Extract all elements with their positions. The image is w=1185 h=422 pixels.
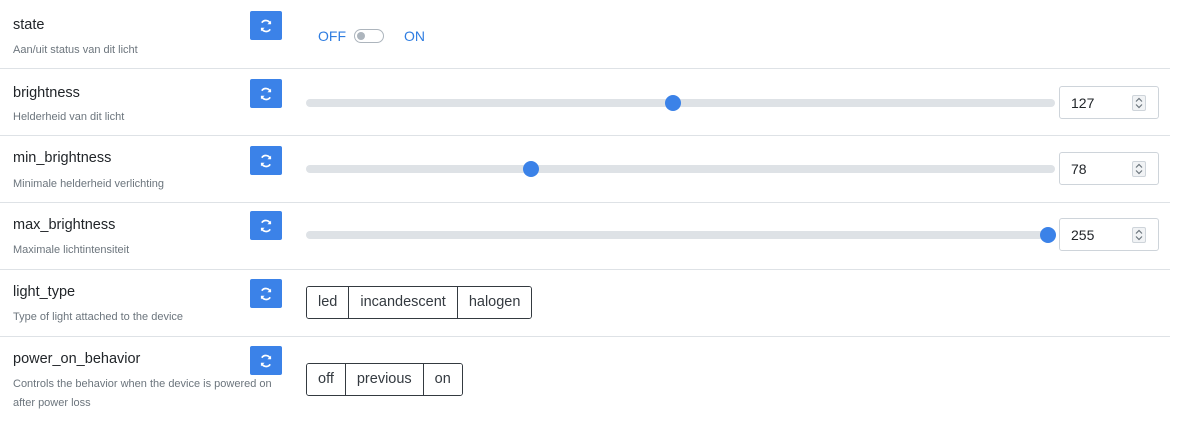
option-incandescent[interactable]: incandescent [348, 287, 457, 318]
number-value: 78 [1071, 161, 1087, 177]
refresh-button[interactable] [250, 146, 282, 175]
refresh-button[interactable] [250, 279, 282, 308]
spin-buttons[interactable] [1132, 161, 1146, 177]
spinner-icon [1135, 97, 1143, 109]
row-brightness: brightness Helderheid van dit licht 127 [0, 69, 1170, 136]
number-value: 255 [1071, 227, 1095, 243]
refresh-icon [260, 87, 272, 100]
toggle-switch[interactable] [354, 29, 384, 43]
spinner-icon [1135, 229, 1143, 241]
option-previous[interactable]: previous [344, 364, 423, 395]
brightness-slider[interactable] [306, 95, 1055, 111]
property-description: Type of light attached to the device [13, 311, 184, 323]
power-on-behavior-options: off previous on [306, 363, 463, 396]
option-led[interactable]: led [307, 287, 349, 318]
row-light-type: light_type Type of light attached to the… [0, 270, 1170, 337]
brightness-number-input[interactable]: 127 [1059, 86, 1159, 119]
property-description: Controls the behavior when the device is… [13, 378, 272, 409]
refresh-icon [260, 219, 272, 232]
property-description: Aan/uit status van dit licht [13, 44, 138, 56]
refresh-icon [260, 287, 272, 300]
row-power-on-behavior: power_on_behavior Controls the behavior … [0, 337, 1170, 422]
property-description: Helderheid van dit licht [13, 111, 125, 123]
refresh-icon [260, 354, 272, 367]
refresh-button[interactable] [250, 79, 282, 108]
light-type-options: led incandescent halogen [306, 286, 533, 319]
min-brightness-slider[interactable] [306, 161, 1055, 177]
option-off[interactable]: off [307, 364, 345, 395]
property-name: min_brightness [13, 150, 112, 166]
row-max-brightness: max_brightness Maximale lichtintensiteit… [0, 203, 1170, 270]
switch-knob [357, 32, 365, 40]
spin-buttons[interactable] [1132, 95, 1146, 111]
toggle-off-label[interactable]: OFF [318, 28, 346, 44]
refresh-icon [260, 154, 272, 167]
refresh-icon [260, 19, 272, 32]
toggle-on-label[interactable]: ON [404, 28, 425, 44]
max-brightness-slider[interactable] [306, 227, 1056, 243]
property-name: state [13, 17, 45, 33]
property-name: power_on_behavior [13, 351, 141, 367]
property-description: Maximale lichtintensiteit [13, 244, 130, 256]
refresh-button[interactable] [250, 346, 282, 375]
spinner-icon [1135, 163, 1143, 175]
max-brightness-number-input[interactable]: 255 [1059, 218, 1159, 251]
option-halogen[interactable]: halogen [456, 287, 532, 318]
property-description: Minimale helderheid verlichting [13, 178, 165, 190]
number-value: 127 [1071, 95, 1095, 111]
property-name: max_brightness [13, 217, 116, 233]
refresh-button[interactable] [250, 211, 282, 240]
slider-thumb[interactable] [522, 161, 539, 177]
property-name: light_type [13, 284, 76, 300]
row-min-brightness: min_brightness Minimale helderheid verli… [0, 136, 1170, 203]
spin-buttons[interactable] [1132, 227, 1146, 243]
property-name: brightness [13, 85, 80, 101]
min-brightness-number-input[interactable]: 78 [1059, 152, 1159, 185]
row-state: state Aan/uit status van dit licht OFF O… [0, 0, 1170, 69]
slider-thumb[interactable] [665, 95, 681, 111]
refresh-button[interactable] [250, 11, 282, 40]
option-on[interactable]: on [422, 364, 462, 395]
state-toggle: OFF ON [318, 28, 425, 44]
slider-thumb[interactable] [1039, 227, 1056, 243]
